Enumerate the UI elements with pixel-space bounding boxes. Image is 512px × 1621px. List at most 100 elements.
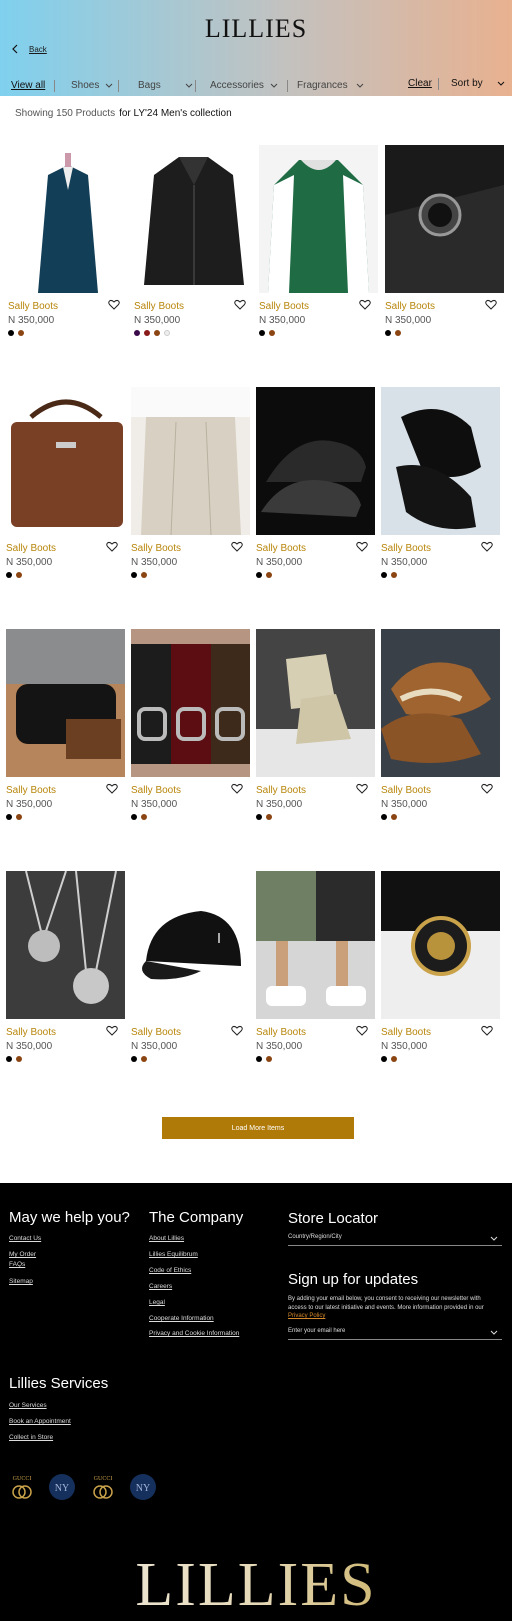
wishlist-heart-icon[interactable] [106, 1025, 118, 1036]
product-name[interactable]: Sally Boots [256, 785, 306, 796]
color-swatch[interactable] [16, 814, 22, 820]
color-swatch[interactable] [141, 1056, 147, 1062]
product-name[interactable]: Sally Boots [131, 1027, 181, 1038]
product-image[interactable] [134, 145, 253, 293]
color-swatch[interactable] [266, 814, 272, 820]
filter-accessories[interactable]: Accessories [210, 80, 278, 91]
product-card[interactable]: Sally Boots N 350,000 [256, 629, 375, 829]
product-card[interactable]: Sally Boots N 350,000 [256, 871, 375, 1071]
color-swatch[interactable] [16, 1056, 22, 1062]
color-swatch[interactable] [141, 572, 147, 578]
color-swatch[interactable] [381, 1056, 387, 1062]
wishlist-heart-icon[interactable] [359, 299, 371, 310]
wishlist-heart-icon[interactable] [356, 1025, 368, 1036]
footer-link-collect[interactable]: Collect in Store [9, 1434, 53, 1441]
wishlist-heart-icon[interactable] [481, 1025, 493, 1036]
clear-filters-button[interactable]: Clear [408, 78, 432, 89]
product-image[interactable] [381, 387, 500, 535]
footer-link-about[interactable]: About Lillies [149, 1235, 184, 1242]
color-swatch[interactable] [134, 330, 140, 336]
footer-link-legal[interactable]: Legal [149, 1299, 165, 1306]
footer-link-contact[interactable]: Contact Us [9, 1235, 41, 1242]
color-swatch[interactable] [131, 814, 137, 820]
wishlist-heart-icon[interactable] [106, 541, 118, 552]
product-card[interactable]: Sally Boots N 350,000 [381, 629, 500, 829]
product-card[interactable]: Sally Boots N 350,000 [8, 145, 127, 345]
email-field[interactable]: Enter your email here [288, 1327, 502, 1340]
product-image[interactable] [256, 387, 375, 535]
color-swatch[interactable] [259, 330, 265, 336]
color-swatch[interactable] [144, 330, 150, 336]
color-swatch[interactable] [131, 572, 137, 578]
product-name[interactable]: Sally Boots [256, 543, 306, 554]
wishlist-heart-icon[interactable] [356, 541, 368, 552]
product-name[interactable]: Sally Boots [6, 543, 56, 554]
product-name[interactable]: Sally Boots [381, 1027, 431, 1038]
filter-bags[interactable]: Bags [138, 80, 193, 91]
product-image[interactable] [6, 629, 125, 777]
color-swatch[interactable] [141, 814, 147, 820]
footer-link-careers[interactable]: Careers [149, 1283, 172, 1290]
product-name[interactable]: Sally Boots [6, 1027, 56, 1038]
wishlist-heart-icon[interactable] [481, 783, 493, 794]
product-image[interactable] [259, 145, 378, 293]
product-card[interactable]: Sally Boots N 350,000 [259, 145, 378, 345]
color-swatch[interactable] [381, 572, 387, 578]
color-swatch[interactable] [256, 572, 262, 578]
color-swatch[interactable] [154, 330, 160, 336]
color-swatch[interactable] [395, 330, 401, 336]
sort-by-dropdown[interactable]: Sort by [451, 78, 505, 89]
product-name[interactable]: Sally Boots [131, 785, 181, 796]
product-image[interactable] [131, 871, 250, 1019]
wishlist-heart-icon[interactable] [231, 541, 243, 552]
product-image[interactable] [381, 871, 500, 1019]
product-image[interactable] [256, 629, 375, 777]
product-image[interactable] [131, 629, 250, 777]
wishlist-heart-icon[interactable] [231, 1025, 243, 1036]
product-name[interactable]: Sally Boots [134, 301, 184, 312]
product-card[interactable]: Sally Boots N 350,000 [6, 871, 125, 1071]
product-card[interactable]: Sally Boots N 350,000 [134, 145, 253, 345]
product-card[interactable]: Sally Boots N 350,000 [385, 145, 504, 345]
wishlist-heart-icon[interactable] [231, 783, 243, 794]
color-swatch[interactable] [164, 330, 170, 336]
footer-link-my-order[interactable]: My Order [9, 1251, 36, 1258]
footer-link-appointment[interactable]: Book an Appointment [9, 1418, 71, 1425]
color-swatch[interactable] [385, 330, 391, 336]
product-name[interactable]: Sally Boots [381, 543, 431, 554]
color-swatch[interactable] [381, 814, 387, 820]
wishlist-heart-icon[interactable] [108, 299, 120, 310]
color-swatch[interactable] [8, 330, 14, 336]
footer-link-faqs[interactable]: FAQs [9, 1261, 25, 1268]
product-name[interactable]: Sally Boots [131, 543, 181, 554]
color-swatch[interactable] [256, 814, 262, 820]
product-name[interactable]: Sally Boots [259, 301, 309, 312]
product-card[interactable]: Sally Boots N 350,000 [6, 387, 125, 587]
color-swatch[interactable] [256, 1056, 262, 1062]
wishlist-heart-icon[interactable] [481, 541, 493, 552]
product-name[interactable]: Sally Boots [256, 1027, 306, 1038]
product-name[interactable]: Sally Boots [381, 785, 431, 796]
product-name[interactable]: Sally Boots [385, 301, 435, 312]
filter-fragrances[interactable]: Fragrances [297, 80, 364, 91]
product-image[interactable] [381, 629, 500, 777]
product-card[interactable]: Sally Boots N 350,000 [6, 629, 125, 829]
site-logo[interactable]: LILLIES [0, 14, 512, 44]
product-image[interactable] [8, 145, 127, 293]
wishlist-heart-icon[interactable] [485, 299, 497, 310]
filter-shoes[interactable]: Shoes [71, 80, 113, 91]
wishlist-heart-icon[interactable] [356, 783, 368, 794]
color-swatch[interactable] [131, 1056, 137, 1062]
product-image[interactable] [131, 387, 250, 535]
wishlist-heart-icon[interactable] [106, 783, 118, 794]
product-name[interactable]: Sally Boots [8, 301, 58, 312]
wishlist-heart-icon[interactable] [234, 299, 246, 310]
back-link[interactable]: Back [11, 44, 47, 54]
product-card[interactable]: Sally Boots N 350,000 [381, 387, 500, 587]
color-swatch[interactable] [269, 330, 275, 336]
color-swatch[interactable] [391, 572, 397, 578]
footer-link-ethics[interactable]: Code of Ethics [149, 1267, 191, 1274]
product-card[interactable]: Sally Boots N 350,000 [381, 871, 500, 1071]
color-swatch[interactable] [6, 1056, 12, 1062]
color-swatch[interactable] [6, 572, 12, 578]
